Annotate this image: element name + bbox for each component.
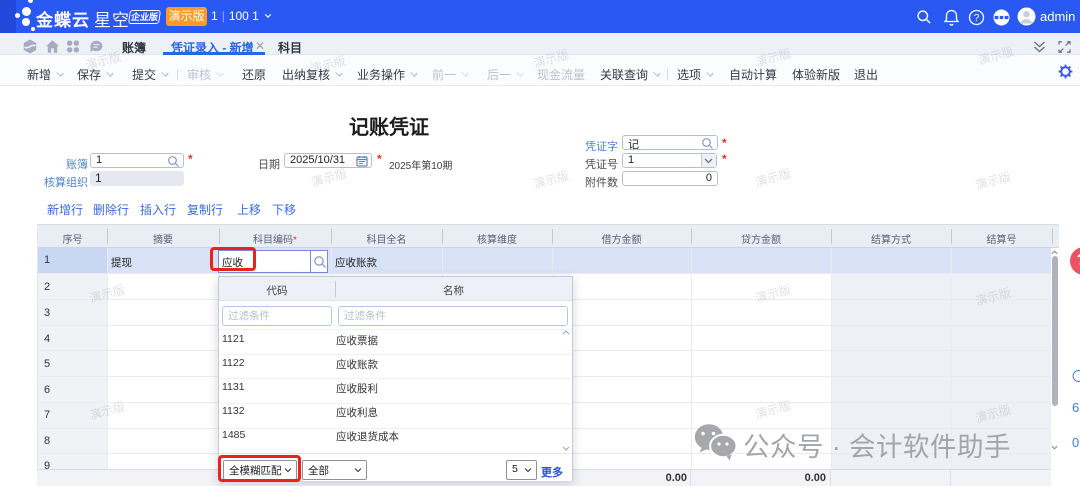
svg-text:?: ?: [974, 13, 980, 24]
